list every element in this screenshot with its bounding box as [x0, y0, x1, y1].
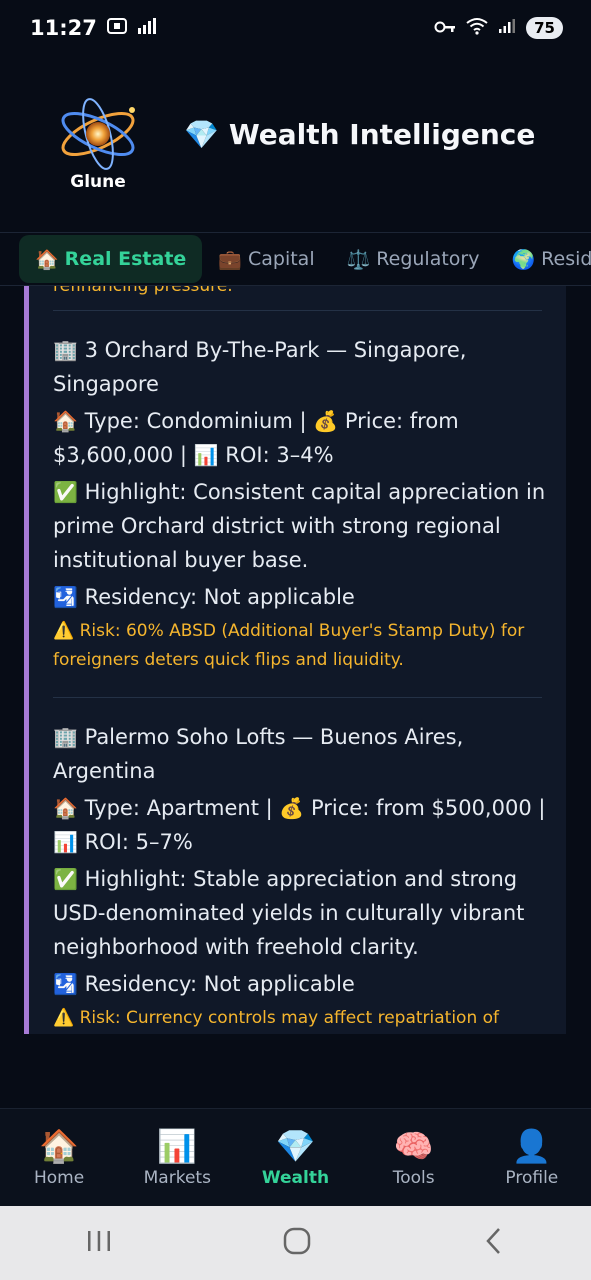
nav-label: Markets [143, 1167, 211, 1188]
battery-indicator: 75 [526, 17, 563, 39]
tab-real-estate[interactable]: 🏠 Real Estate [19, 235, 203, 283]
bar-chart-icon: 📊 [157, 1126, 198, 1165]
diamond-icon: 💎 [184, 118, 219, 151]
back-chevron-icon [486, 1228, 501, 1254]
passport-control-icon: 🛂 [53, 972, 78, 996]
bar-chart-icon: 📊 [193, 443, 219, 467]
listing-title-text: Palermo Soho Lofts — Buenos Aires, Argen… [53, 725, 464, 783]
house-icon: 🏠 [39, 1126, 80, 1165]
warning-icon: ⚠️ [53, 621, 75, 641]
listing-residency: 🛂 Residency: Not applicable [53, 580, 546, 614]
bar-chart-icon: 📊 [53, 830, 78, 854]
check-mark-icon: ✅ [53, 480, 78, 504]
building-icon: 🏢 [53, 725, 78, 749]
building-icon: 🏢 [53, 338, 78, 362]
briefcase-icon: 💼 [218, 248, 242, 271]
glune-logo[interactable]: Glune [50, 96, 146, 192]
listing-card: 🏢 Palermo Soho Lofts — Buenos Aires, Arg… [29, 698, 566, 1033]
tab-residency[interactable]: 🌍 Residency [495, 235, 591, 283]
user-silhouette-icon: 👤 [511, 1126, 552, 1165]
nav-markets[interactable]: 📊 Markets [122, 1128, 232, 1188]
tab-label: Capital [247, 248, 315, 270]
listing-details: 🏠 Type: Condominium | 💰 Price: from $3,6… [53, 404, 546, 472]
listing-highlight: ✅ Highlight: Consistent capital apprecia… [53, 475, 546, 577]
recent-apps-icon [87, 1231, 110, 1251]
listing-highlight-text: Highlight: Consistent capital appreciati… [53, 480, 546, 572]
house-icon: 🏠 [53, 409, 78, 433]
listing-highlight-text: Highlight: Stable appreciation and stron… [53, 867, 525, 959]
recent-apps-button[interactable] [85, 1228, 113, 1258]
category-tabs: 🏠 Real Estate 💼 Capital ⚖️ Regulatory 🌍 … [0, 232, 591, 286]
home-circle-icon [284, 1227, 311, 1255]
listing-type: Type: Apartment | [84, 796, 273, 820]
page-title: 💎 Wealth Intelligence [184, 118, 535, 151]
money-bag-icon: 💰 [313, 409, 339, 433]
tab-regulatory[interactable]: ⚖️ Regulatory [331, 235, 496, 283]
listing-details: 🏠 Type: Apartment | 💰 Price: from $500,0… [53, 791, 546, 859]
listing-roi: ROI: 3–4% [225, 443, 334, 467]
screen-record-icon [106, 16, 127, 40]
nav-home[interactable]: 🏠 Home [4, 1128, 114, 1188]
listing-risk: ⚠️ Risk: Currency controls may affect re… [53, 1004, 546, 1033]
clock: 11:27 [30, 16, 97, 40]
diamond-icon: 💎 [275, 1126, 316, 1165]
page-title-text: Wealth Intelligence [228, 118, 536, 151]
brain-icon: 🧠 [393, 1126, 434, 1165]
scales-icon: ⚖️ [346, 248, 371, 271]
status-right: 75 [434, 17, 563, 39]
nav-label: Tools [392, 1167, 435, 1188]
wifi-icon [466, 17, 488, 39]
house-icon: 🏠 [53, 796, 78, 820]
logo-text: Glune [70, 172, 126, 192]
nav-label: Wealth [261, 1167, 330, 1188]
cell-signal-icon [498, 18, 516, 38]
vpn-key-icon [434, 19, 456, 38]
listing-highlight: ✅ Highlight: Stable appreciation and str… [53, 862, 546, 964]
bottom-nav: 🏠 Home 📊 Markets 💎 Wealth 🧠 Tools 👤 Prof… [0, 1108, 591, 1206]
globe-icon: 🌍 [511, 248, 536, 271]
house-icon: 🏠 [35, 248, 59, 271]
nav-wealth[interactable]: 💎 Wealth [240, 1128, 350, 1188]
money-bag-icon: 💰 [279, 796, 305, 820]
system-nav-bar [0, 1206, 591, 1280]
nav-label: Profile [505, 1167, 559, 1188]
listing-type: Type: Condominium | [84, 409, 307, 433]
status-bar: 11:27 75 [0, 0, 591, 56]
listing-roi: ROI: 5–7% [84, 830, 193, 854]
tab-label: Real Estate [64, 248, 187, 270]
listing-risk-text: Risk: Currency controls may affect repat… [79, 1008, 500, 1028]
listing-residency: 🛂 Residency: Not applicable [53, 967, 546, 1001]
nav-label: Home [33, 1167, 85, 1188]
passport-control-icon: 🛂 [53, 585, 78, 609]
nav-tools[interactable]: 🧠 Tools [359, 1128, 469, 1188]
listing-card: 🏢 3 Orchard By-The-Park — Singapore, Sin… [29, 311, 566, 675]
listing-residency-text: Residency: Not applicable [84, 585, 355, 609]
tab-capital[interactable]: 💼 Capital [202, 235, 330, 283]
warning-icon: ⚠️ [53, 1008, 75, 1028]
tab-label: Residency [541, 248, 591, 270]
listings-panel[interactable]: refinancing pressure. 🏢 3 Orchard By-The… [24, 286, 566, 1034]
listing-residency-text: Residency: Not applicable [84, 972, 355, 996]
atom-logo-icon [61, 98, 135, 170]
check-mark-icon: ✅ [53, 867, 78, 891]
signal-bars-icon [137, 16, 157, 40]
listing-title-text: 3 Orchard By-The-Park — Singapore, Singa… [53, 338, 467, 396]
status-left: 11:27 [30, 16, 157, 40]
listing-risk-text: Risk: 60% ABSD (Additional Buyer's Stamp… [53, 621, 525, 670]
app-header: Glune 💎 Wealth Intelligence [0, 56, 591, 232]
listing-title: 🏢 3 Orchard By-The-Park — Singapore, Sin… [53, 333, 546, 401]
listing-price: Price: from $500,000 | [310, 796, 546, 820]
back-button[interactable] [482, 1226, 506, 1260]
previous-risk-text: refinancing pressure. [53, 286, 233, 296]
listing-risk: ⚠️ Risk: 60% ABSD (Additional Buyer's St… [53, 617, 546, 675]
tab-label: Regulatory [376, 248, 480, 270]
listing-title: 🏢 Palermo Soho Lofts — Buenos Aires, Arg… [53, 720, 546, 788]
nav-profile[interactable]: 👤 Profile [477, 1128, 587, 1188]
home-button[interactable] [282, 1226, 312, 1260]
